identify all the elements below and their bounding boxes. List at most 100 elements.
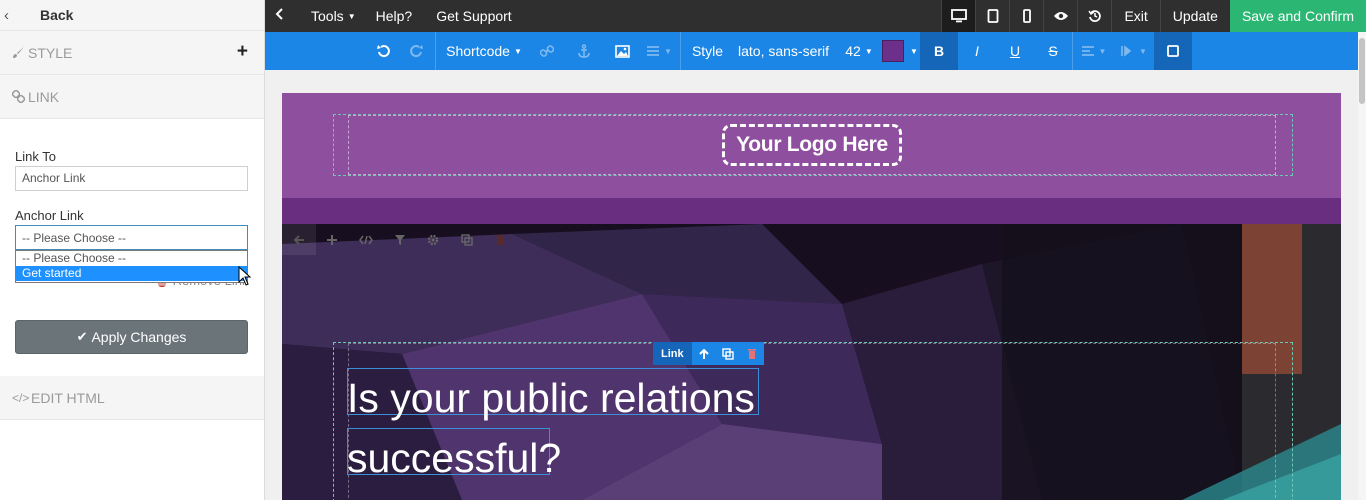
caret-down-icon: ▼ (910, 46, 918, 56)
mobile-view-button[interactable] (1009, 0, 1043, 32)
edit-html-section-header[interactable]: </> EDIT HTML (0, 376, 264, 420)
code-icon: </> (12, 390, 30, 405)
code-icon (359, 235, 373, 244)
underline-button[interactable]: U (996, 32, 1034, 70)
strikethrough-button[interactable]: S (1034, 32, 1072, 70)
image-icon (614, 44, 630, 58)
link-element-toolbar: Link (653, 342, 764, 365)
arrow-left-icon (293, 234, 304, 245)
caret-down-icon: ▼ (513, 46, 522, 56)
hero-headline[interactable]: Is your public relations successful? (347, 368, 807, 488)
section-toolbar (282, 224, 517, 255)
top-bar-actions: Exit Update Save and Confirm (941, 0, 1366, 32)
add-style-button[interactable]: + (237, 42, 248, 61)
anchor-icon (578, 44, 590, 58)
section-settings-button[interactable] (416, 224, 450, 255)
back-label: Back (40, 7, 74, 23)
vertical-scrollbar[interactable] (1358, 32, 1366, 500)
headline-line-1: Is your public relations (347, 375, 755, 421)
shortcode-label: Shortcode (446, 43, 510, 59)
link-section-header[interactable]: LINK (0, 75, 264, 119)
apply-changes-label: Apply Changes (91, 329, 187, 345)
anchor-link-dropdown: -- Please Choose -- Get started (15, 250, 248, 283)
link-icon (540, 45, 554, 57)
desktop-icon (951, 9, 967, 23)
preview-button[interactable] (1043, 0, 1077, 32)
trash-icon (496, 234, 505, 245)
apply-changes-button[interactable]: ✔ Apply Changes (15, 320, 248, 354)
exit-button[interactable]: Exit (1111, 0, 1159, 32)
save-and-confirm-button[interactable]: Save and Confirm (1229, 0, 1366, 32)
tablet-view-button[interactable] (975, 0, 1009, 32)
anchor-option-get-started[interactable]: Get started (16, 266, 247, 281)
redo-button[interactable] (397, 32, 435, 70)
chevron-left-icon (275, 8, 283, 20)
tools-menu[interactable]: Tools ▼ (311, 8, 356, 24)
direction-menu[interactable]: ▼ (1114, 32, 1154, 70)
link-to-field[interactable]: Anchor Link (15, 166, 248, 191)
tools-menu-label: Tools (311, 8, 344, 24)
caret-down-icon: ▼ (664, 46, 672, 56)
delete-element-button[interactable] (740, 342, 764, 365)
square-icon (1167, 45, 1179, 57)
check-icon: ✔ (76, 329, 88, 344)
move-up-button[interactable] (692, 342, 716, 365)
list-menu[interactable]: ▼ (638, 32, 680, 70)
align-menu[interactable]: ▼ (1072, 32, 1114, 70)
editor-toolbar: Shortcode ▼ ▼ Style lato, sans-serif 42 … (265, 32, 1358, 70)
font-family-select[interactable]: lato, sans-serif (734, 32, 838, 70)
link-element-label[interactable]: Link (653, 342, 692, 365)
anchor-option-please-choose[interactable]: -- Please Choose -- (16, 251, 247, 266)
anchor-link-label: Anchor Link (15, 208, 84, 223)
section-code-button[interactable] (349, 224, 383, 255)
scrollbar-thumb[interactable] (1359, 38, 1365, 104)
get-support-link[interactable]: Get Support (436, 8, 512, 24)
undo-icon (377, 45, 390, 58)
link-icon (12, 90, 28, 103)
update-button[interactable]: Update (1159, 0, 1230, 32)
anchor-link-select[interactable]: -- Please Choose -- (15, 225, 248, 250)
eye-icon (1053, 12, 1068, 20)
insert-image-button[interactable] (606, 32, 638, 70)
border-toggle-button[interactable] (1154, 32, 1192, 70)
brush-icon (12, 46, 28, 59)
collapse-panel-button[interactable] (265, 7, 295, 25)
mouse-cursor-icon (238, 265, 252, 291)
help-link[interactable]: Help? (376, 8, 413, 24)
filter-icon (394, 234, 405, 245)
bold-button[interactable]: B (920, 32, 958, 70)
insert-link-button[interactable] (532, 32, 562, 70)
copy-icon (721, 347, 734, 360)
top-bar: Tools ▼ Help? Get Support Exit Update Sa… (265, 0, 1366, 32)
edit-html-label: EDIT HTML (31, 389, 105, 406)
section-move-button[interactable] (316, 224, 350, 255)
trash-icon (747, 348, 756, 359)
move-icon (327, 234, 338, 245)
italic-button[interactable]: I (958, 32, 996, 70)
desktop-view-button[interactable] (941, 0, 976, 32)
font-size-value: 42 (845, 43, 861, 59)
copy-icon (460, 233, 473, 246)
mobile-icon (1023, 9, 1031, 23)
back-button[interactable]: ‹ Back (0, 0, 264, 31)
style-section-label: STYLE (28, 44, 73, 61)
anchor-button[interactable] (562, 32, 606, 70)
section-delete-button[interactable] (483, 224, 517, 255)
gear-icon (427, 234, 439, 245)
section-filter-button[interactable] (383, 224, 417, 255)
tablet-icon (987, 9, 999, 23)
text-color-picker[interactable]: ▼ (880, 32, 920, 70)
font-size-select[interactable]: 42 ▼ (838, 32, 880, 70)
link-section-label: LINK (28, 88, 60, 105)
duplicate-element-button[interactable] (716, 342, 740, 365)
undo-button[interactable] (265, 32, 397, 70)
section-duplicate-button[interactable] (450, 224, 484, 255)
section-back-button[interactable] (282, 224, 316, 255)
style-menu[interactable]: Style (680, 32, 734, 70)
color-swatch (882, 40, 905, 62)
logo-placeholder[interactable]: Your Logo Here (722, 124, 902, 166)
style-section-header[interactable]: STYLE + (0, 31, 264, 75)
shortcode-menu[interactable]: Shortcode ▼ (435, 32, 532, 70)
history-button[interactable] (1077, 0, 1111, 32)
caret-down-icon: ▼ (347, 11, 356, 21)
